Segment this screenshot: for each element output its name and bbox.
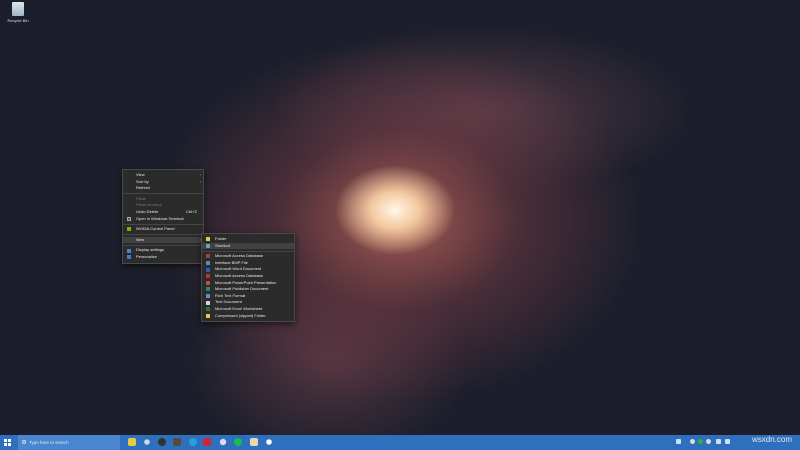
label: Microsoft Access Database — [215, 253, 264, 259]
terminal-icon — [127, 216, 131, 221]
search-box[interactable]: Type here to search — [18, 435, 120, 450]
file-type-icon — [206, 280, 210, 285]
new-item[interactable]: Microsoft Publisher Document — [202, 286, 294, 293]
new-item[interactable]: Text Document — [202, 299, 294, 306]
label: Display settings — [136, 247, 165, 253]
label: Text Document — [215, 299, 242, 305]
menu-item-nvidia[interactable]: NVIDIA Control Panel — [123, 226, 203, 233]
clock[interactable]: wsxdn.com — [751, 435, 792, 444]
store-icon[interactable] — [250, 438, 258, 446]
app-icon[interactable] — [266, 439, 272, 445]
label: Open in Windows Terminal — [136, 215, 184, 221]
spotify-icon[interactable] — [234, 438, 242, 446]
desktop-context-menu: View › Sort by › Refresh Paste Paste short… — [122, 169, 204, 264]
file-type-icon — [206, 237, 210, 242]
label: Refresh — [136, 185, 151, 191]
file-type-icon — [206, 300, 210, 305]
battery-icon[interactable] — [716, 439, 721, 444]
menu-item-paste[interactable]: Paste — [123, 196, 203, 203]
shortcut: Ctrl+Z — [186, 208, 197, 214]
new-item[interactable]: Microsoft Access Database — [202, 253, 294, 260]
label: Microsoft PowerPoint Presentation — [215, 279, 277, 285]
chevron-right-icon: › — [199, 178, 201, 184]
menu-item-paste-shortcut[interactable]: Paste shortcut — [123, 202, 203, 209]
new-item[interactable]: Compressed (zipped) Folder — [202, 313, 294, 320]
label: New — [136, 236, 145, 242]
label: Shortcut — [215, 242, 230, 248]
search-icon — [22, 440, 26, 444]
search-placeholder: Type here to search — [29, 440, 69, 445]
divider — [123, 234, 203, 236]
display-icon — [127, 248, 131, 253]
menu-item-personalize[interactable]: Personalize — [123, 254, 203, 261]
file-type-icon — [206, 267, 210, 272]
file-explorer-icon[interactable] — [128, 438, 136, 446]
menu-item-open-terminal[interactable]: Open in Windows Terminal — [123, 216, 203, 223]
new-item[interactable]: Microsoft PowerPoint Presentation — [202, 280, 294, 287]
label: Microsoft Access Database — [215, 272, 264, 278]
label: Compressed (zipped) Folder — [215, 312, 266, 318]
network-icon[interactable] — [725, 439, 730, 444]
label: Paste — [136, 195, 147, 201]
tray-icon[interactable] — [690, 439, 695, 444]
settings-icon[interactable] — [144, 439, 150, 445]
label: Interface BMP File — [215, 259, 248, 265]
divider — [123, 193, 203, 195]
new-item[interactable]: Rich Text Format — [202, 293, 294, 300]
label: Microsoft Publisher Document — [215, 286, 269, 292]
new-submenu: Folder Shortcut Microsoft Access Database I… — [201, 233, 295, 323]
file-type-icon — [206, 274, 210, 279]
taskbar: Type here to search wsxdn.com — [0, 435, 800, 450]
file-type-icon — [206, 294, 210, 299]
label: Folder — [215, 236, 227, 241]
new-item[interactable]: Interface BMP File — [202, 260, 294, 267]
label: Rich Text Format — [215, 292, 246, 298]
file-type-icon — [206, 243, 210, 248]
menu-item-new[interactable]: New› — [123, 236, 203, 244]
recycle-bin-label: Recycle Bin — [7, 18, 29, 23]
tray-icon[interactable] — [706, 439, 711, 444]
file-type-icon — [206, 287, 210, 292]
app-icon[interactable] — [173, 438, 181, 446]
divider — [123, 244, 203, 246]
app-icon[interactable] — [158, 438, 166, 446]
divider — [123, 223, 203, 225]
file-type-icon — [206, 254, 210, 259]
new-item[interactable]: Microsoft Word Document — [202, 266, 294, 273]
chevron-right-icon: › — [199, 172, 201, 177]
menu-item-undo-delete[interactable]: Undo Delete Ctrl+Z — [123, 209, 203, 216]
xbox-icon[interactable] — [219, 438, 227, 446]
file-type-icon — [206, 313, 210, 318]
label: NVIDIA Control Panel — [136, 226, 175, 232]
menu-item-sort-by[interactable]: Sort by › — [123, 179, 203, 186]
recycle-bin[interactable]: Recycle Bin — [3, 2, 33, 23]
recycle-bin-icon — [12, 2, 24, 16]
label: Microsoft Word Document — [215, 266, 262, 272]
label: Undo Delete — [136, 208, 159, 214]
new-item[interactable]: Folder — [202, 236, 294, 243]
label: View — [136, 172, 145, 177]
new-item[interactable]: Shortcut — [202, 242, 294, 250]
label: Microsoft Excel Worksheet — [215, 305, 263, 311]
divider — [202, 250, 294, 252]
edge-icon[interactable] — [189, 438, 197, 446]
start-button[interactable] — [4, 439, 11, 446]
menu-item-refresh[interactable]: Refresh — [123, 185, 203, 192]
app-icon[interactable] — [203, 438, 211, 446]
tray-icon[interactable] — [676, 439, 681, 444]
menu-item-display-settings[interactable]: Display settings — [123, 247, 203, 254]
personalize-icon — [127, 255, 131, 260]
label: Personalize — [136, 253, 157, 259]
new-item[interactable]: Microsoft Excel Worksheet — [202, 306, 294, 313]
file-type-icon — [206, 307, 210, 312]
new-item[interactable]: Microsoft Access Database — [202, 273, 294, 280]
label: Sort by — [136, 178, 149, 184]
label: Paste shortcut — [136, 202, 162, 208]
file-type-icon — [206, 261, 210, 266]
time: wsxdn.com — [751, 435, 792, 444]
tray-icon[interactable] — [698, 439, 703, 444]
nvidia-icon — [127, 227, 131, 232]
menu-item-view[interactable]: View › — [123, 172, 203, 179]
